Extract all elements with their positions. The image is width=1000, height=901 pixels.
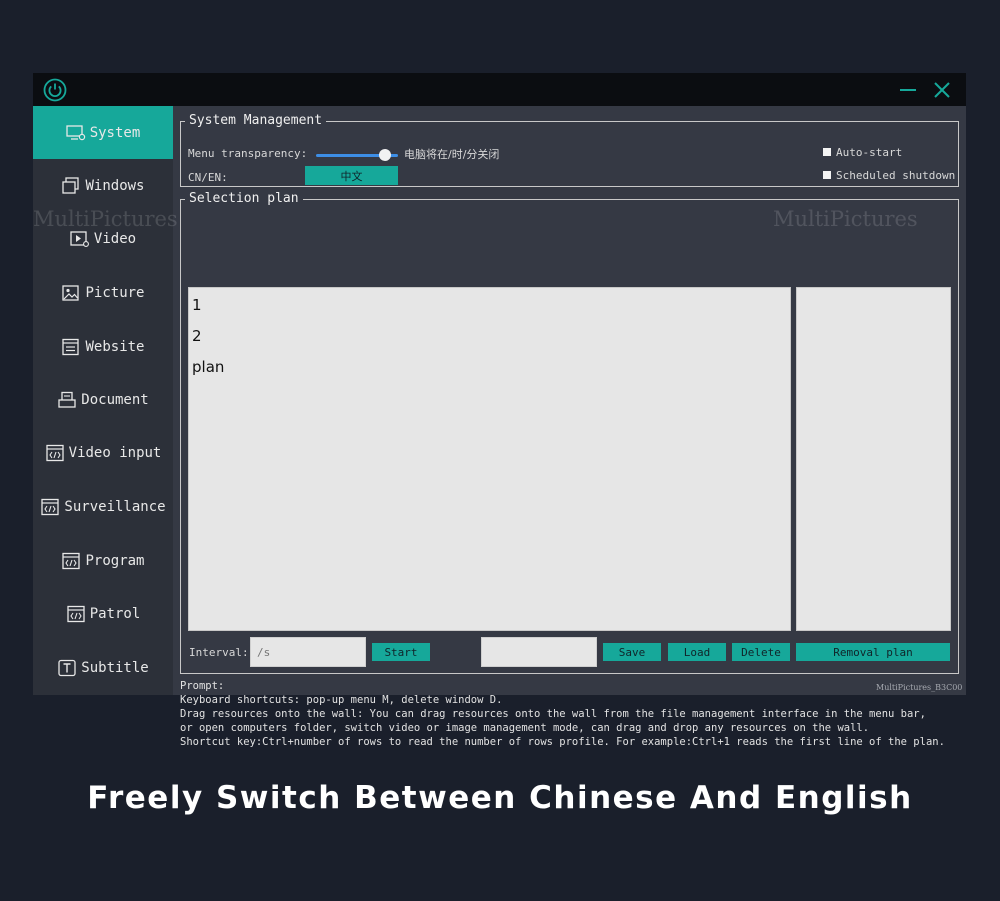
video-input-icon [45,444,64,461]
surveillance-icon [41,498,60,515]
menu-transparency-label: Menu transparency: [188,147,308,160]
close-icon[interactable] [931,79,953,101]
promo-caption: Freely Switch Between Chinese And Englis… [87,780,913,816]
subtitle-icon [58,659,76,676]
sidebar-item-label: Patrol [89,605,141,622]
video-icon [70,230,89,247]
prompt-line: Keyboard shortcuts: pop-up menu M, delet… [180,694,503,706]
sidebar-item-document[interactable]: Document [33,373,173,426]
windows-icon [62,176,80,194]
sidebar-item-subtitle[interactable]: Subtitle [33,641,173,694]
cn-en-label: CN/EN: [188,171,228,184]
prompt-line: Drag resources onto the wall: You can dr… [180,708,926,720]
selection-plan-legend: Selection plan [189,191,299,206]
sidebar-item-surveillance[interactable]: Surveillance [33,480,173,533]
sidebar-item-label: Surveillance [64,498,166,515]
system-management-group: System Management Menu transparency: 电脑将… [180,114,959,187]
monitor-gear-icon [66,124,85,140]
app-window: System Windows Video Picture Website Doc… [33,73,966,748]
document-icon [58,391,76,408]
language-toggle-button[interactable]: 中文 [305,166,398,185]
interval-input[interactable] [250,637,366,667]
sidebar-item-video[interactable]: Video [33,212,173,265]
plan-name-input[interactable] [481,637,597,667]
delete-button[interactable]: Delete [732,643,790,661]
sidebar-item-label: Video [93,230,137,247]
list-item[interactable]: 2 [192,327,202,345]
list-item[interactable]: plan [192,358,224,376]
plan-list[interactable]: 1 2 plan [188,287,791,631]
power-icon[interactable] [43,78,67,102]
main-panel: System Management Menu transparency: 电脑将… [173,106,966,748]
scheduled-shutdown-label: Scheduled shutdown [836,169,956,182]
auto-start-checkbox[interactable] [823,148,831,156]
sidebar-item-patrol[interactable]: Patrol [33,587,173,640]
sidebar-item-website[interactable]: Website [33,320,173,373]
interval-label: Interval: [189,646,249,659]
sidebar-item-windows[interactable]: Windows [33,159,173,212]
sidebar-item-system[interactable]: System [33,106,173,159]
list-item[interactable]: 1 [192,296,202,314]
sidebar-item-picture[interactable]: Picture [33,266,173,319]
removal-plan-button[interactable]: Removal plan [796,643,950,661]
sidebar-item-label: Picture [85,284,145,301]
prompt-title: Prompt: [180,680,225,692]
sidebar-item-program[interactable]: Program [33,534,173,587]
scheduled-shutdown-checkbox[interactable] [823,171,831,179]
sidebar-item-video-input[interactable]: Video input [33,426,173,479]
load-button[interactable]: Load [668,643,726,661]
start-button[interactable]: Start [372,643,430,661]
website-icon [62,338,80,355]
prompt-line: or open computers folder, switch video o… [180,722,870,734]
patrol-icon [67,605,85,622]
plan-detail-list[interactable] [796,287,951,631]
minimize-icon[interactable] [897,79,919,101]
system-management-legend: System Management [189,113,323,128]
transparency-slider-handle[interactable] [379,149,391,161]
prompt-line: Shortcut key:Ctrl+number of rows to read… [180,736,945,748]
sidebar-item-label: Program [85,552,145,569]
sidebar-item-label: Subtitle [81,659,149,676]
sidebar-item-label: Document [81,391,149,408]
sidebar-item-label: Website [85,338,145,355]
sidebar-item-label: Windows [85,177,145,194]
title-bar [33,73,966,106]
sidebar-item-label: Video input [68,444,162,461]
program-icon [62,552,81,569]
watermark-small: MultiPictures_B3C00 [876,683,963,692]
picture-icon [62,284,80,301]
save-button[interactable]: Save [603,643,661,661]
auto-start-label: Auto-start [836,146,903,159]
sidebar: System Windows Video Picture Website Doc… [33,106,173,695]
shutdown-time-text: 电脑将在/时/分关闭 [404,148,500,161]
sidebar-item-label: System [89,124,141,141]
